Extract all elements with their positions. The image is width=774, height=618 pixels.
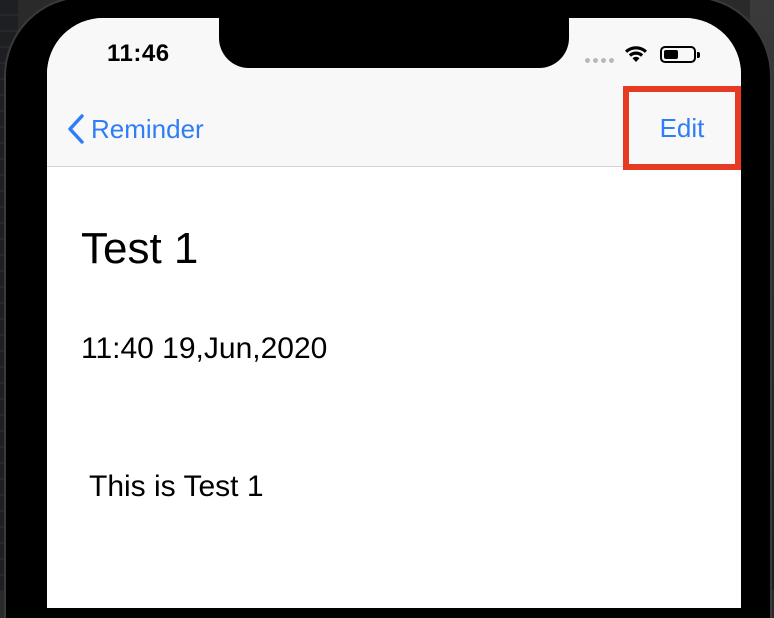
back-button[interactable]: Reminder — [67, 112, 204, 146]
cellular-signal-icon — [585, 58, 614, 63]
reminder-title: Test 1 — [81, 224, 199, 273]
edit-button-label: Edit — [659, 112, 705, 143]
battery-icon — [660, 46, 700, 63]
edit-button[interactable]: Edit — [623, 86, 741, 170]
navigation-bar: Reminder Edit — [47, 86, 741, 170]
wifi-icon — [625, 46, 647, 62]
status-time: 11:46 — [107, 40, 170, 67]
phone-screen: 11:46 Reminder Edit Test 1 11:40 19,Jun,… — [47, 18, 741, 608]
reminder-datetime: 11:40 19,Jun,2020 — [81, 332, 328, 365]
chevron-left-icon — [68, 114, 84, 144]
notch — [219, 18, 569, 68]
reminder-body: This is Test 1 — [89, 470, 264, 503]
back-button-label: Reminder — [91, 113, 204, 144]
phone-frame: 11:46 Reminder Edit Test 1 11:40 19,Jun,… — [6, 0, 770, 618]
